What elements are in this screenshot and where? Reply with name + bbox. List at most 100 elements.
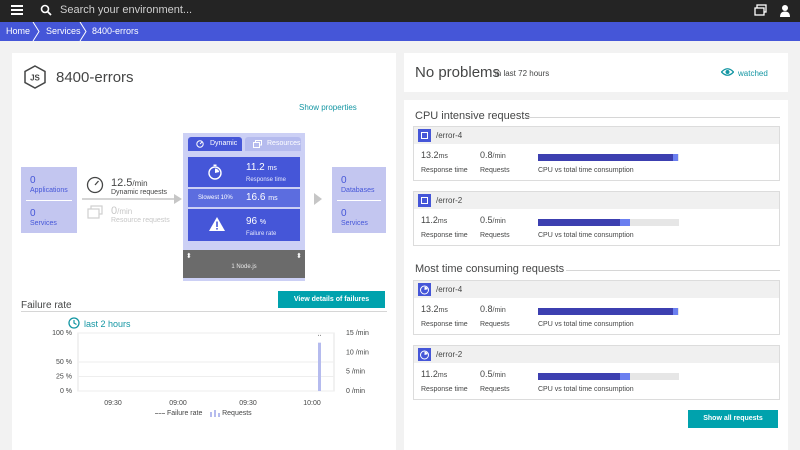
flow-arrow <box>314 193 322 205</box>
time-section-title: Most time consuming requests <box>415 263 565 275</box>
tab-resources[interactable]: Resources <box>245 137 301 151</box>
y-tick-label: 25 % <box>56 374 72 381</box>
response-time-value: 13.2ms <box>421 150 448 160</box>
breadcrumb-separator <box>79 22 87 41</box>
breadcrumb-services[interactable]: Services <box>46 22 81 41</box>
applications-label: Applications <box>30 187 68 194</box>
request-card[interactable]: /error-2 11.2ms 0.5/min Response time Re… <box>413 191 780 246</box>
requests-bar <box>318 342 321 391</box>
response-time-value: 11.2ms <box>421 215 448 225</box>
y2-tick-label: 15 /min <box>346 330 369 337</box>
menu-icon[interactable] <box>11 5 23 17</box>
slowest-label: Slowest 10% <box>198 195 233 201</box>
response-time-label: Response time <box>246 177 287 183</box>
databases-count: 0 <box>341 175 347 186</box>
y-tick-label: 0 % <box>60 388 72 395</box>
process-label: 1 Node.js <box>231 264 257 270</box>
request-name[interactable]: /error-2 <box>436 350 462 359</box>
requests-value: 0.5/min <box>480 369 506 379</box>
requests-value: 0.8/min <box>480 304 506 314</box>
response-time-label: Response time <box>421 167 468 174</box>
cpu-bar <box>538 308 679 315</box>
x-tick-label: 09:30 <box>239 400 257 407</box>
divider <box>21 311 387 312</box>
search-icon[interactable] <box>40 4 52 16</box>
failure-rate-tile[interactable]: 96 % Failure rate <box>188 209 300 241</box>
services-count: 0 <box>30 208 36 219</box>
x-tick-label: 09:00 <box>169 400 187 407</box>
y2-tick-label: 0 /min <box>346 388 365 395</box>
request-card[interactable]: /error-4 13.2ms 0.8/min Response time Re… <box>413 280 780 335</box>
legend-failure-rate: Failure rate <box>155 410 204 417</box>
slowest-tile[interactable]: Slowest 10% 16.6 ms <box>188 189 300 207</box>
cpu-label: CPU vs total time consumption <box>538 321 634 328</box>
services-label: Services <box>341 220 368 227</box>
gauge-icon <box>86 176 104 194</box>
stopwatch-icon <box>418 348 431 361</box>
resource-requests: 0/min Resource requests <box>111 205 170 224</box>
problems-title: No problems <box>415 64 501 81</box>
response-time-label: Response time <box>421 232 468 239</box>
requests-label: Requests <box>480 232 510 239</box>
eye-icon[interactable] <box>721 67 734 77</box>
resize-icon: ⬍ <box>296 253 302 260</box>
requests-label: Requests <box>480 167 510 174</box>
slowest-value: 16.6 ms <box>246 192 278 203</box>
service-panel: JS 8400-errors Show properties 0 Applica… <box>12 53 396 450</box>
failure-rate-value: 96 % <box>246 216 267 227</box>
response-time-tile[interactable]: 11.2 ms Response time <box>188 157 300 187</box>
requests-value: 0.8/min <box>480 150 506 160</box>
legend-requests: Requests <box>210 410 252 417</box>
applications-count: 0 <box>30 175 36 186</box>
bars-icon <box>210 410 221 417</box>
chip-icon <box>418 129 431 142</box>
response-time-value: 11.2ms <box>421 369 448 379</box>
watched-toggle[interactable]: watched <box>738 69 768 78</box>
request-name[interactable]: /error-2 <box>436 196 462 205</box>
cpu-label: CPU vs total time consumption <box>538 167 634 174</box>
resize-icon: ⬍ <box>186 253 192 260</box>
show-properties-link[interactable]: Show properties <box>299 103 357 112</box>
cpu-label: CPU vs total time consumption <box>538 386 634 393</box>
top-bar: Search your environment... <box>0 0 800 22</box>
cpu-bar <box>538 154 679 161</box>
callees-box[interactable]: 0 Databases 0 Services <box>332 167 386 233</box>
nodejs-icon: JS <box>24 65 46 89</box>
y2-tick-label: 10 /min <box>346 349 369 356</box>
flow-arrow <box>82 194 182 204</box>
response-time-label: Response time <box>421 321 468 328</box>
request-card[interactable]: /error-2 11.2ms 0.5/min Response time Re… <box>413 345 780 400</box>
request-name[interactable]: /error-4 <box>436 131 462 140</box>
requests-value: 0.5/min <box>480 215 506 225</box>
response-time-value: 13.2ms <box>421 304 448 314</box>
chart-legend: Failure rate Requests <box>155 409 252 417</box>
response-time-label: Response time <box>421 386 468 393</box>
problems-panel: No problems in last 72 hours watched <box>404 53 788 92</box>
request-card[interactable]: /error-4 13.2ms 0.8/min Response time Re… <box>413 126 780 181</box>
search-input[interactable]: Search your environment... <box>60 4 192 16</box>
breadcrumb-separator <box>32 22 40 41</box>
tab-dynamic[interactable]: Dynamic <box>188 137 242 151</box>
callers-box[interactable]: 0 Applications 0 Services <box>21 167 77 233</box>
page-title: 8400-errors <box>56 69 134 86</box>
process-bar[interactable]: ⬍ ⬍ 1 Node.js <box>183 250 305 278</box>
view-failures-button[interactable]: View details of failures <box>278 291 385 308</box>
y2-tick-label: 5 /min <box>346 369 365 376</box>
user-icon[interactable] <box>779 4 791 17</box>
x-tick-label: 10:00 <box>303 400 321 407</box>
breadcrumb: Home Services 8400-errors <box>0 22 800 41</box>
requests-label: Requests <box>480 386 510 393</box>
failure-rate-title: Failure rate <box>21 300 72 311</box>
gauge-icon <box>196 140 204 148</box>
windows-icon[interactable] <box>754 4 767 16</box>
problems-subtitle: in last 72 hours <box>495 69 550 78</box>
breadcrumb-home[interactable]: Home <box>6 22 30 41</box>
show-all-requests-button[interactable]: Show all requests <box>688 410 778 428</box>
breadcrumb-current: 8400-errors <box>92 26 139 36</box>
databases-label: Databases <box>341 187 375 194</box>
stopwatch-icon <box>418 283 431 296</box>
request-name[interactable]: /error-4 <box>436 285 462 294</box>
failure-rate-label: Failure rate <box>246 231 277 237</box>
y-tick-label: 50 % <box>56 359 72 366</box>
divider <box>566 270 780 271</box>
